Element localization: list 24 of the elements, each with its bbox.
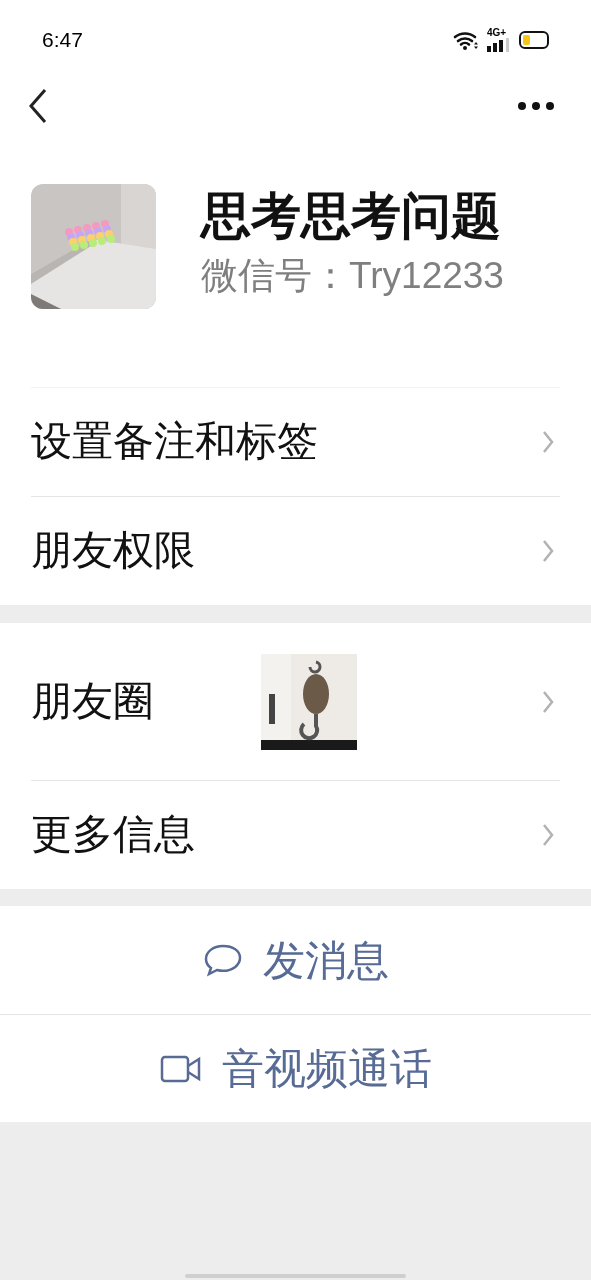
chevron-icon [542, 430, 554, 454]
chevron-icon [542, 823, 554, 847]
chat-bubble-icon [202, 943, 243, 977]
row-label: 更多信息 [31, 810, 196, 860]
row-label: 朋友圈 [31, 677, 155, 727]
menu-row[interactable]: 朋友圈 [31, 623, 560, 780]
contact-name: 思考思考问题 [201, 187, 502, 246]
menu-row[interactable]: 更多信息 [31, 780, 560, 889]
menu-row[interactable]: 设置备注和标签 [31, 387, 560, 496]
action-button[interactable]: 发消息 [0, 906, 591, 1014]
row-label: 朋友权限 [31, 526, 196, 576]
video-camera-icon [159, 1054, 202, 1083]
row-label: 设置备注和标签 [31, 417, 318, 467]
signal-icon [487, 38, 511, 52]
battery-icon [519, 31, 551, 49]
network-label: 4G+ [487, 28, 507, 38]
wifi-icon [453, 30, 479, 50]
chevron-icon [542, 539, 554, 563]
status-time: 6:47 [42, 27, 83, 54]
wechat-id: 微信号：Try12233 [201, 254, 504, 298]
more-button[interactable] [517, 100, 555, 112]
chevron-icon [542, 690, 554, 714]
menu-row[interactable]: 朋友权限 [31, 496, 560, 605]
action-button[interactable]: 音视频通话 [0, 1014, 591, 1122]
